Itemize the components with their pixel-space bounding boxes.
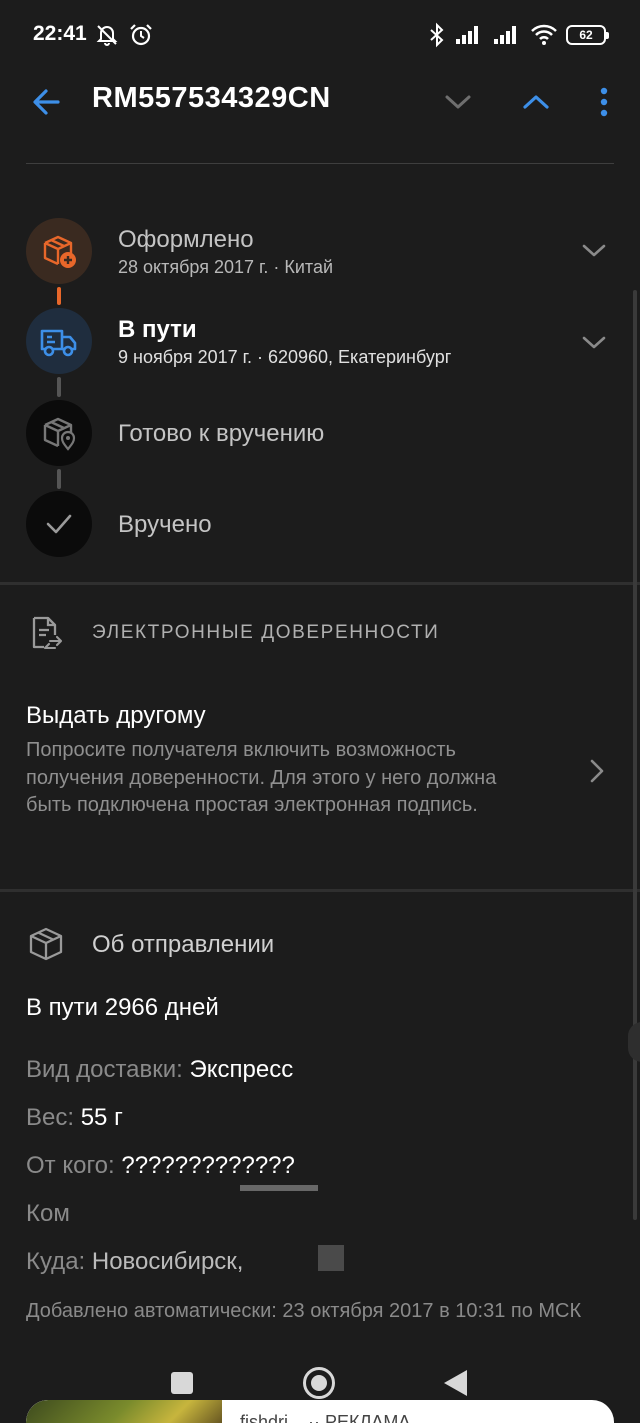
alarm-icon [130, 24, 152, 46]
info-value: 55 г [80, 1104, 123, 1131]
timeline-title: Оформлено [118, 226, 254, 253]
info-label: Куда: [26, 1248, 86, 1275]
section-divider [0, 889, 640, 892]
timeline-connector [57, 377, 61, 397]
divider [26, 163, 614, 164]
added-automatically-note: Добавлено автоматически: 23 октября 2017… [26, 1300, 582, 1322]
more-vertical-icon[interactable] [590, 82, 618, 122]
info-row-sender: От кого: ????????????? [26, 1152, 295, 1180]
info-row-recipient: Ком [26, 1200, 70, 1228]
recents-button[interactable] [171, 1372, 193, 1394]
ad-banner[interactable]: fishdri... ·· РЕКЛАМА [26, 1400, 614, 1423]
wifi-icon [531, 24, 557, 45]
scrollbar[interactable] [633, 290, 637, 1220]
section-divider [0, 582, 640, 585]
info-value: Новосибирск, [91, 1248, 244, 1275]
timeline-title: В пути [118, 316, 197, 343]
timeline-subtitle: 9 ноября 2017 г. · 620960, Екатеринбург [118, 347, 452, 367]
timeline-circle [26, 308, 92, 374]
info-row-weight: Вес: 55 г [26, 1104, 123, 1132]
status-bar: 22:41 62 [0, 0, 640, 68]
redaction-mark [318, 1245, 344, 1271]
chevron-down-icon[interactable] [578, 326, 610, 358]
info-value: Экспресс [189, 1056, 294, 1083]
shipment-section-heading: Об отправлении [92, 931, 275, 958]
package-add-icon [43, 235, 76, 268]
timeline-connector [57, 469, 61, 489]
status-right-icons: 62 [428, 22, 609, 48]
info-row-delivery-type: Вид доставки: Экспресс [26, 1056, 293, 1084]
timeline-subtitle: 28 октября 2017 г. · Китай [118, 257, 334, 277]
transit-days: В пути 2966 дней [26, 994, 219, 1021]
give-proxy-title: Выдать другому [26, 702, 206, 729]
timeline-item-in-transit[interactable]: В пути 9 ноября 2017 г. · 620960, Екатер… [0, 308, 640, 392]
battery-icon: 62 [566, 25, 609, 45]
info-label: Ком [26, 1200, 70, 1227]
edge-handle[interactable] [628, 1022, 640, 1062]
chevron-down-icon[interactable] [438, 82, 478, 122]
timeline-circle [26, 491, 92, 557]
checkmark-icon [46, 514, 72, 534]
status-left-icons [94, 22, 154, 48]
timeline-item-registered[interactable]: Оформлено 28 октября 2017 г. · Китай [0, 218, 640, 302]
app-bar: RM557534329CN [0, 68, 640, 136]
chevron-right-icon[interactable] [580, 755, 612, 787]
system-back-button[interactable] [444, 1370, 467, 1396]
bluetooth-icon [430, 22, 444, 48]
timeline-title: Готово к вручению [118, 420, 325, 447]
timeline-item-ready: Готово к вручению [0, 400, 640, 484]
info-label: От кого: [26, 1152, 115, 1179]
chevron-up-icon[interactable] [516, 82, 556, 122]
ad-image [26, 1400, 222, 1423]
package-location-icon [43, 417, 76, 451]
system-nav-bar [0, 1362, 640, 1402]
timeline-item-delivered: Вручено [0, 491, 640, 575]
truck-icon [40, 329, 77, 357]
timeline-circle [26, 400, 92, 466]
home-button[interactable] [303, 1367, 335, 1399]
redaction-mark [240, 1185, 318, 1191]
timeline-connector [57, 287, 61, 305]
signal-icon [494, 26, 516, 44]
info-row-destination: Куда: Новосибирск, [26, 1248, 243, 1276]
tracking-number-title: RM557534329CN [92, 82, 331, 114]
back-arrow-icon[interactable] [28, 82, 68, 122]
signal-icon [456, 26, 478, 44]
give-proxy-description: Попросите получателя включить возможност… [26, 739, 497, 816]
document-signature-icon [32, 616, 63, 650]
chevron-down-icon[interactable] [578, 234, 610, 266]
proxy-section-caption: ЭЛЕКТРОННЫЕ ДОВЕРЕННОСТИ [92, 622, 440, 643]
timeline-title: Вручено [118, 511, 212, 538]
ad-text: fishdri... ·· РЕКЛАМА [240, 1412, 411, 1423]
timeline-circle [26, 218, 92, 284]
mute-icon [96, 25, 118, 46]
info-value: ????????????? [121, 1152, 295, 1179]
info-label: Вес: [26, 1104, 75, 1131]
info-label: Вид доставки: [26, 1056, 183, 1083]
status-time: 22:41 [33, 22, 87, 45]
package-icon [29, 927, 63, 961]
